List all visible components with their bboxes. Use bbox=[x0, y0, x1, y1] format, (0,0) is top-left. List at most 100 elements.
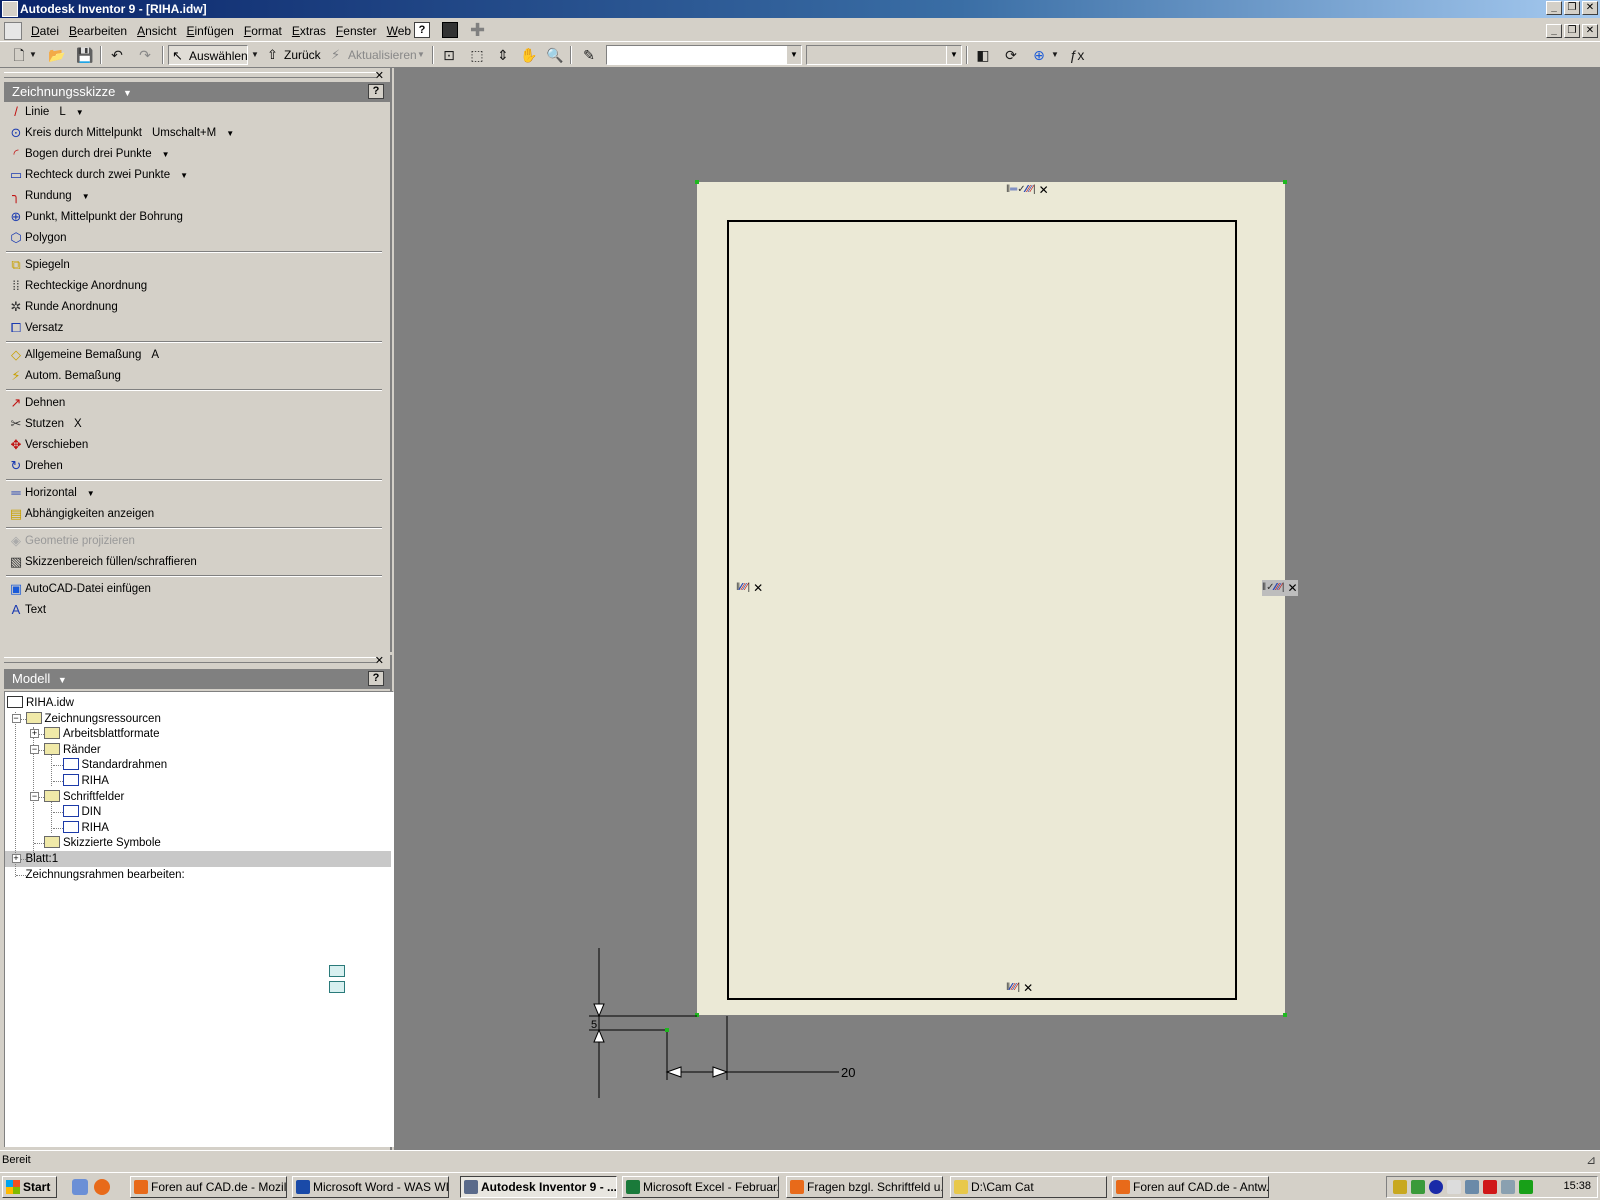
tool-constraints[interactable]: ▤ Abhängigkeiten anzeigen bbox=[0, 504, 390, 525]
taskbar-button[interactable]: Fragen bzgl. Schriftfeld u... bbox=[786, 1176, 943, 1198]
plus-icon[interactable]: ✚ bbox=[470, 20, 485, 41]
chevron-down-icon[interactable]: ▼ bbox=[226, 129, 234, 138]
tool-move[interactable]: ✥ Verschieben bbox=[0, 435, 390, 456]
open-folder-icon[interactable]: 📂 bbox=[46, 45, 68, 65]
minimize-button[interactable]: _ bbox=[1546, 1, 1562, 15]
save-icon[interactable]: 💾 bbox=[74, 45, 96, 65]
chevron-down-icon[interactable]: ▼ bbox=[76, 108, 84, 117]
tool-text[interactable]: A Text bbox=[0, 600, 390, 621]
display-icon[interactable]: ◧ bbox=[972, 45, 994, 65]
close-button[interactable]: ✕ bbox=[1582, 1, 1598, 15]
tool-auto-dimension[interactable]: ⚡ Autom. Bemaßung bbox=[0, 366, 390, 387]
doc-close-button[interactable]: ✕ bbox=[1582, 24, 1598, 38]
taskbar-button[interactable]: Microsoft Word - WAS WI... bbox=[292, 1176, 449, 1198]
tool-line[interactable]: / Linie L ▼ bbox=[0, 102, 390, 123]
help-icon[interactable]: ? bbox=[368, 671, 384, 686]
tree-item[interactable]: Blatt:1 bbox=[26, 851, 345, 977]
new-dropdown-icon[interactable]: ▼ bbox=[28, 45, 38, 65]
redo-icon[interactable]: ↷ bbox=[134, 45, 156, 65]
firefox-icon[interactable] bbox=[94, 1179, 110, 1195]
select-dropdown-icon[interactable]: ▼ bbox=[250, 45, 260, 65]
restore-button[interactable]: ❐ bbox=[1564, 1, 1580, 15]
tree-item[interactable]: RIHA bbox=[62, 820, 109, 836]
undo-icon[interactable]: ↶ bbox=[106, 45, 128, 65]
tool-dimension[interactable]: ◇ Allgemeine Bemaßung A bbox=[0, 345, 390, 366]
tool-autocad[interactable]: ▣ AutoCAD-Datei einfügen bbox=[0, 579, 390, 600]
tool-offset[interactable]: ⧠ Versatz bbox=[0, 318, 390, 339]
update-dropdown-icon[interactable]: ▼ bbox=[416, 45, 426, 65]
back-button[interactable]: ⇧ Zurück bbox=[264, 45, 324, 65]
close-icon[interactable]: ✕ bbox=[375, 654, 384, 667]
chevron-down-icon[interactable]: ▼ bbox=[162, 150, 170, 159]
tool-point[interactable]: ⊕ Punkt, Mittelpunkt der Bohrung bbox=[0, 207, 390, 228]
tree-item[interactable]: Arbeitsblattformate bbox=[44, 726, 160, 742]
network-icon[interactable] bbox=[1411, 1180, 1425, 1194]
taskbar-button[interactable]: D:\Cam Cat bbox=[950, 1176, 1107, 1198]
tool-rotate[interactable]: ↻ Drehen bbox=[0, 456, 390, 477]
chevron-down-icon[interactable]: ▼ bbox=[58, 675, 67, 685]
start-button[interactable]: Start bbox=[2, 1176, 57, 1198]
style-combo[interactable]: ▼ bbox=[806, 45, 962, 65]
chevron-down-icon[interactable]: ▼ bbox=[786, 46, 801, 64]
zoom-select-icon[interactable]: 🔍 bbox=[544, 45, 566, 65]
menu-item[interactable]: Einfügen bbox=[181, 24, 238, 38]
tool-mirror[interactable]: ⧉ Spiegeln bbox=[0, 255, 390, 276]
document-menu-icon[interactable] bbox=[4, 22, 22, 40]
style-icon[interactable]: ✎ bbox=[578, 45, 600, 65]
expand-icon[interactable]: + bbox=[30, 729, 39, 739]
update-button[interactable]: ⚡ Aktualisieren bbox=[328, 45, 420, 65]
taskbar-button[interactable]: Autodesk Inventor 9 - ... bbox=[460, 1176, 617, 1198]
expand-icon[interactable]: + bbox=[11, 854, 21, 863]
tool-trim[interactable]: ✂ Stutzen X bbox=[0, 414, 390, 435]
chevron-down-icon[interactable]: ▼ bbox=[123, 88, 132, 98]
help-icon[interactable]: ? bbox=[414, 22, 430, 38]
menu-item[interactable]: Web bbox=[382, 24, 416, 38]
chevron-down-icon[interactable]: ▼ bbox=[87, 489, 95, 498]
tool-rectangle[interactable]: ▭ Rechteck durch zwei Punkte ▼ bbox=[0, 165, 390, 186]
zoom-window-icon[interactable]: ⬚ bbox=[466, 45, 488, 65]
media-icon[interactable] bbox=[1429, 1180, 1443, 1194]
speaker-icon[interactable] bbox=[1393, 1180, 1407, 1194]
tool-project[interactable]: ◈ Geometrie projizieren bbox=[0, 531, 390, 552]
collapse-icon[interactable]: − bbox=[30, 744, 39, 754]
parameters-icon[interactable]: ƒx bbox=[1066, 45, 1088, 65]
close-icon[interactable]: ✕ bbox=[375, 69, 384, 82]
menu-item[interactable]: Datei bbox=[26, 24, 64, 38]
layer-combo[interactable]: ▼ bbox=[606, 45, 802, 65]
tool-horizontal[interactable]: ═ Horizontal ▼ bbox=[0, 483, 390, 504]
zoom-icon[interactable]: ⇕ bbox=[492, 45, 514, 65]
tree-item[interactable]: Zeichnungsressourcen bbox=[25, 711, 161, 727]
new-file-icon[interactable]: 🗋 bbox=[8, 45, 30, 65]
grid-icon[interactable] bbox=[442, 22, 458, 38]
tree-item[interactable]: DIN bbox=[62, 804, 101, 820]
panel-grip[interactable] bbox=[4, 72, 376, 78]
tool-extend[interactable]: ↗ Dehnen bbox=[0, 393, 390, 414]
tree-item[interactable]: RIHA.idw bbox=[7, 695, 74, 711]
tool-circle[interactable]: ⊙ Kreis durch Mittelpunkt Umschalt+M ▼ bbox=[0, 123, 390, 144]
tree-item[interactable]: Standardrahmen bbox=[62, 757, 167, 773]
refresh-icon[interactable]: ⟳ bbox=[1000, 45, 1022, 65]
drawing-canvas[interactable]: ‖ ═ ✓ ⁄⁄ ⁄ ⁄ ⁄ | ✕ ‖ ⁄⁄ ⁄ ⁄ ⁄ | ✕ ‖ ✓ ⁄⁄ ⁄ ⁄ ⁄ | ✕ ‖ ⁄⁄ ⁄ ⁄ ⁄ |… bbox=[394, 68, 1600, 1150]
zoom-all-icon[interactable]: ⊡ bbox=[438, 45, 460, 65]
usb-icon[interactable] bbox=[1447, 1180, 1461, 1194]
resize-grip-icon[interactable]: ⊿ bbox=[1586, 1153, 1596, 1167]
taskbar-button[interactable]: Foren auf CAD.de - Antw... bbox=[1112, 1176, 1269, 1198]
menu-item[interactable]: Format bbox=[239, 24, 287, 38]
panel-grip[interactable] bbox=[4, 657, 376, 663]
chevron-down-icon[interactable]: ▼ bbox=[82, 192, 90, 201]
taskbar-button[interactable]: Foren auf CAD.de - Mozill... bbox=[130, 1176, 287, 1198]
tree-item[interactable]: RIHA bbox=[62, 773, 109, 789]
antivirus-icon[interactable] bbox=[1483, 1180, 1497, 1194]
tool-hatch[interactable]: ▧ Skizzenbereich füllen/schraffieren bbox=[0, 552, 390, 573]
model-panel-header[interactable]: Modell ▼ ? bbox=[4, 669, 390, 689]
chevron-down-icon[interactable]: ▼ bbox=[180, 171, 188, 180]
show-desktop-icon[interactable] bbox=[72, 1179, 88, 1195]
menu-item[interactable]: Bearbeiten bbox=[64, 24, 132, 38]
collapse-icon[interactable]: − bbox=[30, 791, 39, 801]
security-icon[interactable] bbox=[1465, 1180, 1479, 1194]
select-button[interactable]: ↖ Auswählen bbox=[168, 45, 248, 65]
help-icon[interactable]: ? bbox=[368, 84, 384, 99]
menu-item[interactable]: Ansicht bbox=[132, 24, 181, 38]
doc-minimize-button[interactable]: _ bbox=[1546, 24, 1562, 38]
sketch-panel-header[interactable]: Zeichnungsskizze ▼ ? bbox=[4, 82, 390, 102]
